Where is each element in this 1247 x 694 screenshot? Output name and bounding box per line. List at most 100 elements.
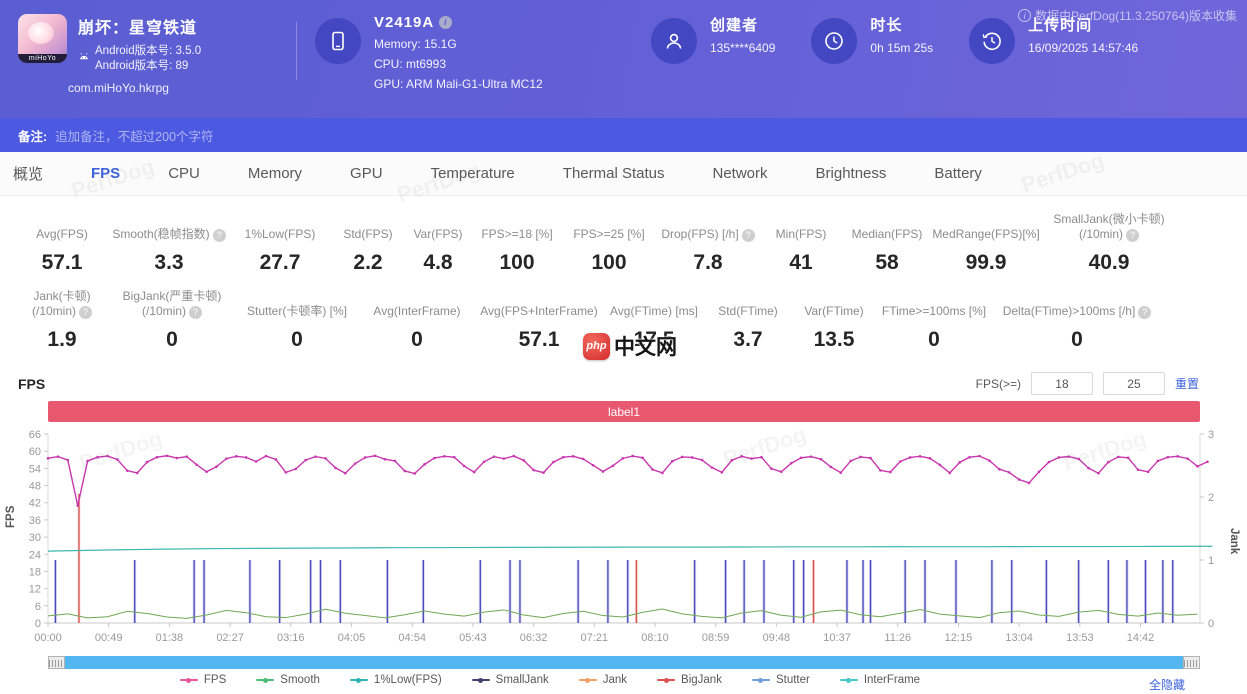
legend-item-FPS[interactable]: FPS (180, 674, 226, 686)
fps-threshold-input-high[interactable] (1103, 372, 1165, 395)
help-icon[interactable]: ? (213, 229, 226, 242)
metric-cell: Smooth(稳帧指数)?3.3 (110, 210, 228, 275)
help-icon[interactable]: ? (1138, 306, 1151, 319)
metric-cell: Avg(FPS) 57.1 (14, 210, 110, 275)
device-info-icon[interactable]: i (439, 16, 452, 29)
legend-label: 1%Low(FPS) (374, 674, 442, 686)
help-icon[interactable]: ? (1126, 229, 1139, 242)
legend-item-Smooth[interactable]: Smooth (256, 674, 320, 686)
tab-Network[interactable]: Network (689, 165, 792, 182)
svg-text:66: 66 (29, 429, 41, 441)
svg-text:6: 6 (35, 601, 41, 613)
svg-text:12:15: 12:15 (945, 632, 973, 644)
legend-label: SmallJank (496, 674, 549, 686)
app-title: 崩坏：星穹铁道 (78, 14, 201, 38)
tab-Temperature[interactable]: Temperature (407, 165, 539, 182)
scrollbar-right-handle[interactable] (1183, 656, 1200, 669)
metric-cell: Var(FPS)4.8 (404, 210, 472, 275)
package-name: com.miHoYo.hkrpg (68, 81, 296, 95)
legend-item-Jank[interactable]: Jank (579, 674, 627, 686)
metric-cell: Delta(FTime)>100ms [/h]?0 (992, 287, 1162, 352)
svg-text:02:27: 02:27 (216, 632, 244, 644)
legend-item-SmallJank[interactable]: SmallJank (472, 674, 549, 686)
info-icon: i (1018, 9, 1031, 22)
device-cpu: CPU: mt6993 (374, 57, 543, 71)
metric-label: Min(FPS) (760, 227, 842, 242)
metrics-row-2: Jank(卡顿)(/10min)?1.9BigJank(严重卡顿)(/10min… (14, 287, 1247, 352)
fps-chart[interactable]: 0612182430364248546066012300:0000:4901:3… (0, 422, 1247, 651)
remark-bar[interactable]: 备注: 追加备注，不超过200个字符 (0, 118, 1247, 152)
fps-chart-svg[interactable]: 0612182430364248546066012300:0000:4901:3… (0, 422, 1247, 646)
metric-value: 100 (562, 251, 656, 275)
android-icon (78, 50, 90, 68)
legend-label: Stutter (776, 674, 810, 686)
legend-item-BigJank[interactable]: BigJank (657, 674, 722, 686)
svg-text:FPS: FPS (5, 505, 17, 528)
app-icon-brand: miHoYo (18, 54, 67, 63)
tab-Brightness[interactable]: Brightness (792, 165, 911, 182)
hide-all-link[interactable]: 全隐藏 (1149, 676, 1185, 693)
fps-threshold-input-low[interactable] (1031, 372, 1093, 395)
device-name: V2419A (374, 14, 434, 31)
svg-text:08:59: 08:59 (702, 632, 730, 644)
tab-FPS[interactable]: FPS (67, 165, 144, 182)
reset-link[interactable]: 重置 (1175, 375, 1199, 392)
metric-value: 7.8 (656, 251, 760, 275)
tab-Thermal Status[interactable]: Thermal Status (539, 165, 689, 182)
metric-label: Median(FPS) (842, 227, 932, 242)
tab-bar: 概览FPSCPUMemoryGPUTemperatureThermal Stat… (0, 152, 1247, 196)
metric-value: 57.1 (474, 328, 604, 352)
legend-label: Jank (603, 674, 627, 686)
tab-Memory[interactable]: Memory (224, 165, 326, 182)
metric-cell: SmallJank(微小卡顿)(/10min)?40.9 (1040, 210, 1178, 275)
legend-swatch-icon (579, 679, 597, 681)
metric-value: 13.5 (792, 328, 876, 352)
duration-label: 时长 (870, 14, 933, 35)
metric-cell: FPS>=25 [%]100 (562, 210, 656, 275)
device-memory: Memory: 15.1G (374, 37, 543, 51)
legend-swatch-icon (657, 679, 675, 681)
help-icon[interactable]: ? (742, 229, 755, 242)
svg-text:36: 36 (29, 515, 41, 527)
chart-label-band[interactable]: label1 (48, 401, 1200, 422)
creator-icon (651, 18, 697, 64)
tab-CPU[interactable]: CPU (144, 165, 224, 182)
metric-cell: Min(FPS)41 (760, 210, 842, 275)
svg-text:01:38: 01:38 (156, 632, 184, 644)
tab-GPU[interactable]: GPU (326, 165, 407, 182)
legend-item-Stutter[interactable]: Stutter (752, 674, 810, 686)
app-icon: miHoYo (18, 14, 67, 63)
metric-cell: Drop(FPS) [/h]? 7.8 (656, 210, 760, 275)
svg-text:Jank: Jank (1228, 528, 1240, 555)
creator-block: 创建者 135****6409 (651, 14, 775, 64)
tab-Battery[interactable]: Battery (910, 165, 1006, 182)
metric-label: Stutter(卡顿率) [%] (234, 304, 360, 319)
legend-item-InterFrame[interactable]: InterFrame (840, 674, 920, 686)
fps-section-title: FPS (18, 376, 45, 392)
help-icon[interactable]: ? (189, 306, 202, 319)
chart-range-scrollbar[interactable] (48, 656, 1200, 669)
svg-text:09:48: 09:48 (763, 632, 791, 644)
scrollbar-track[interactable] (65, 656, 1183, 669)
metric-label: Avg(FPS) (14, 227, 110, 242)
creator-label: 创建者 (710, 14, 775, 35)
metric-value: 100 (472, 251, 562, 275)
svg-text:3: 3 (1208, 429, 1214, 441)
metric-value: 99.9 (932, 251, 1040, 275)
metric-value: 57.1 (14, 251, 110, 275)
clock-icon (811, 18, 857, 64)
app-icon-art (28, 22, 54, 44)
fps-threshold-label: FPS(>=) (976, 377, 1021, 391)
metric-label: 1%Low(FPS) (228, 227, 332, 242)
svg-text:24: 24 (29, 549, 41, 561)
svg-text:1: 1 (1208, 555, 1214, 567)
help-icon[interactable]: ? (79, 306, 92, 319)
metric-label: Drop(FPS) [/h]? (656, 227, 760, 242)
metric-cell: Var(FTime)13.5 (792, 287, 876, 352)
svg-text:0: 0 (1208, 618, 1214, 630)
scrollbar-left-handle[interactable] (48, 656, 65, 669)
metric-cell: BigJank(严重卡顿)(/10min)?0 (110, 287, 234, 352)
metric-label: FTime>=100ms [%] (876, 304, 992, 319)
tab-概览[interactable]: 概览 (8, 163, 67, 184)
legend-item-1%Low(FPS)[interactable]: 1%Low(FPS) (350, 674, 442, 686)
